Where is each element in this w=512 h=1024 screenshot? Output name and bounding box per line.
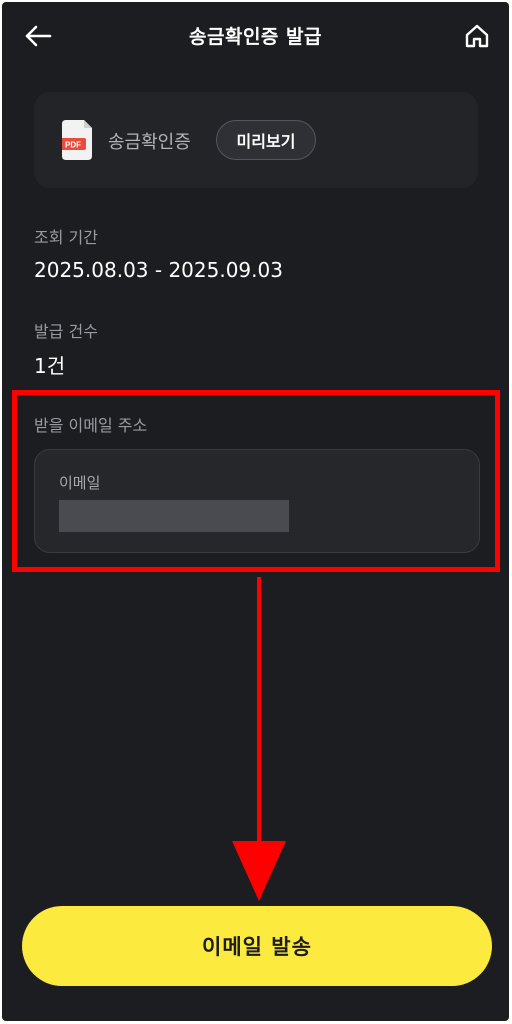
home-button[interactable] bbox=[459, 18, 495, 54]
count-label: 발급 건수 bbox=[34, 322, 98, 341]
period-label: 조회 기간 bbox=[34, 228, 98, 247]
count-value: 1건 bbox=[34, 354, 66, 378]
pdf-icon-label: PDF bbox=[65, 141, 81, 150]
period-value: 2025.08.03 - 2025.09.03 bbox=[34, 258, 283, 282]
document-name: 송금확인증 bbox=[108, 132, 191, 153]
app-screen: 송금확인증 발급 PDF 송금확인증 미리보기 조회 기간 2025.08.03… bbox=[2, 2, 509, 1021]
document-card: PDF 송금확인증 미리보기 bbox=[34, 92, 478, 188]
home-icon bbox=[465, 24, 489, 48]
preview-button[interactable]: 미리보기 bbox=[216, 120, 316, 160]
page-title: 송금확인증 발급 bbox=[189, 26, 322, 48]
arrow-down-icon bbox=[232, 577, 286, 901]
send-email-button[interactable]: 이메일 발송 bbox=[22, 906, 492, 986]
pdf-file-icon: PDF bbox=[62, 120, 92, 160]
app-header: 송금확인증 발급 bbox=[2, 2, 509, 68]
highlight-annotation-box bbox=[12, 390, 500, 572]
